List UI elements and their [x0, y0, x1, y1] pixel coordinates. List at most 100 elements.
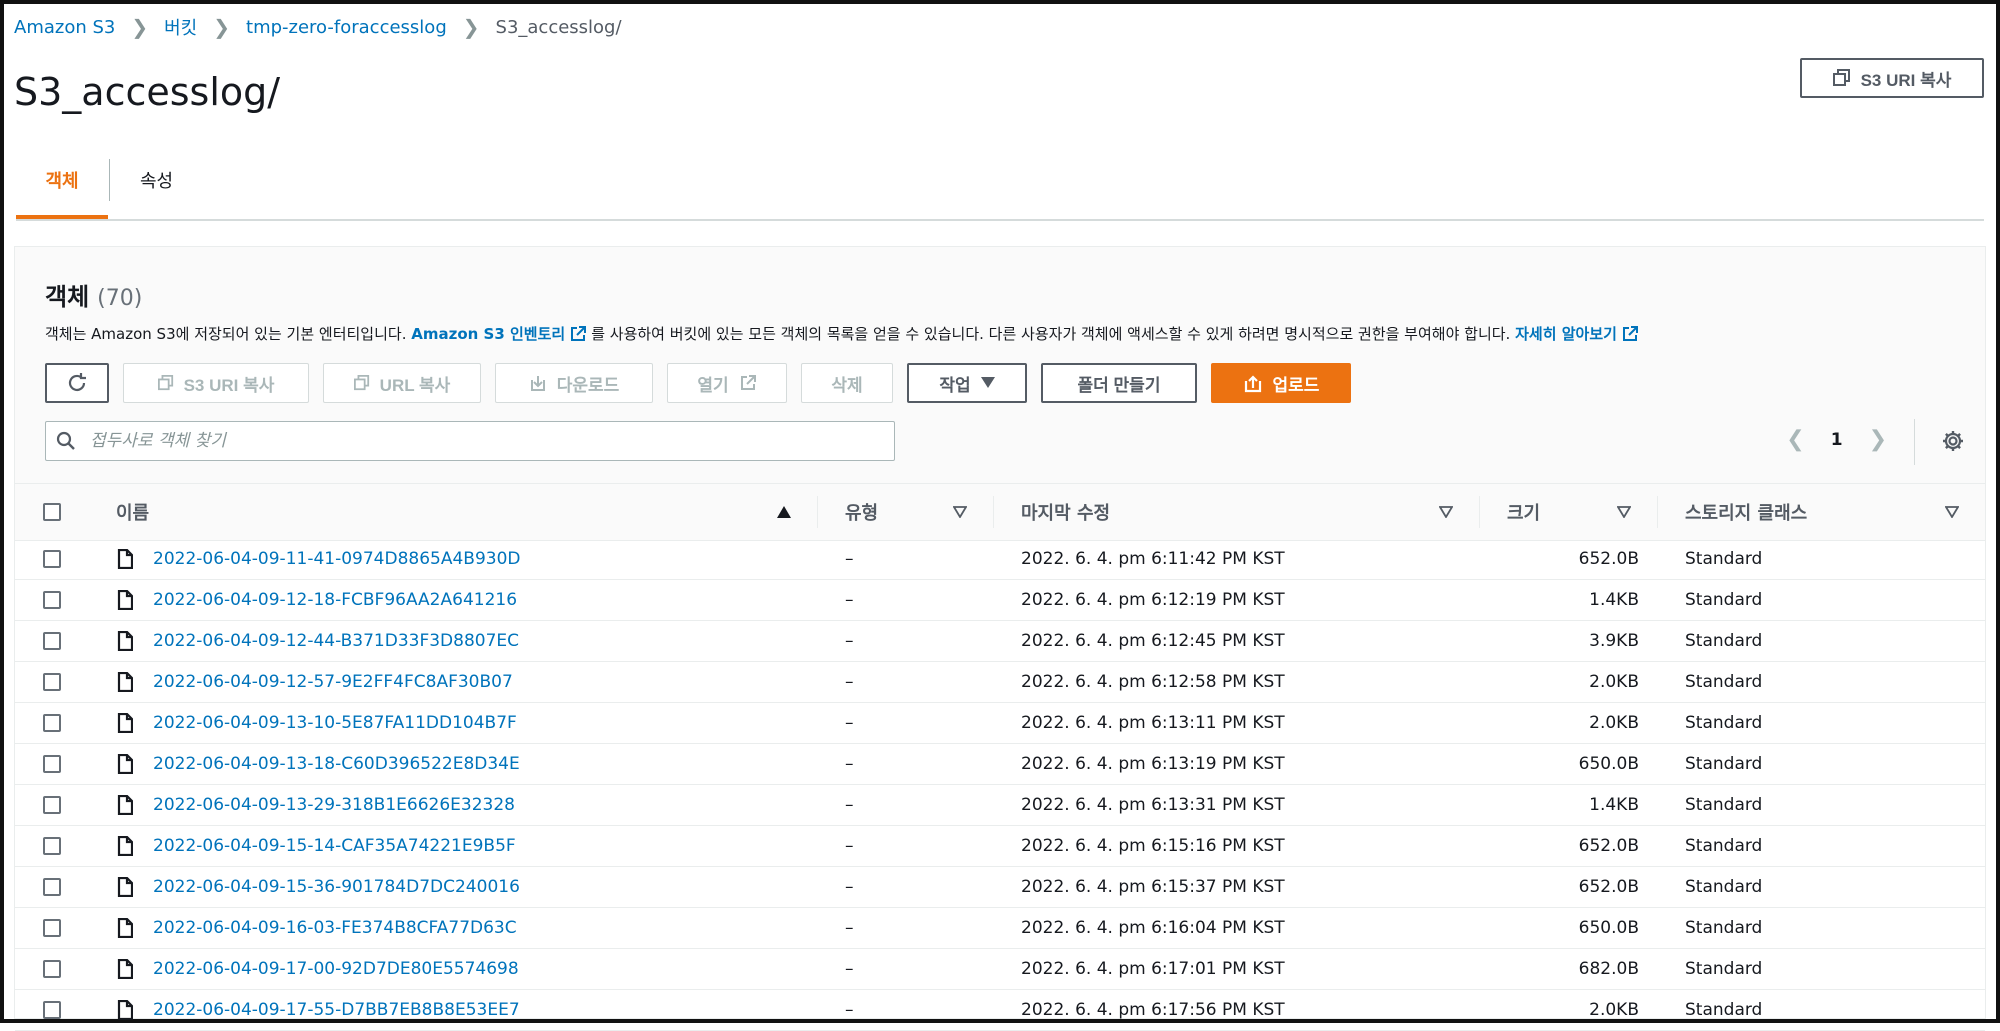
- refresh-button[interactable]: [45, 363, 109, 403]
- open-button-label: 열기: [697, 375, 729, 395]
- copy-s3-uri-button[interactable]: S3 URI 복사: [123, 363, 309, 403]
- object-name-link[interactable]: 2022-06-04-09-15-36-901784D7DC240016: [153, 877, 520, 897]
- column-header-storage-class[interactable]: 스토리지 클래스: [1685, 484, 1807, 540]
- table-row[interactable]: 2022-06-04-09-12-44-B371D33F3D8807EC – 202…: [15, 621, 1985, 662]
- table-row[interactable]: 2022-06-04-09-13-29-318B1E6626E32328 – 202…: [15, 785, 1985, 826]
- gear-icon[interactable]: [1941, 429, 1965, 453]
- object-name-link[interactable]: 2022-06-04-09-13-10-5E87FA11DD104B7F: [153, 713, 517, 733]
- row-checkbox[interactable]: [43, 755, 61, 773]
- previous-page-icon[interactable]: ❮: [1786, 427, 1804, 452]
- object-name-cell: 2022-06-04-09-13-18-C60D396522E8D34E: [153, 744, 520, 784]
- table-row[interactable]: 2022-06-04-09-15-14-CAF35A74221E9B5F – 202…: [15, 826, 1985, 867]
- table-row[interactable]: 2022-06-04-09-17-00-92D7DE80E5574698 – 202…: [15, 949, 1985, 990]
- upload-button[interactable]: 업로드: [1211, 363, 1351, 403]
- column-header-last-modified[interactable]: 마지막 수정: [1021, 484, 1110, 540]
- row-checkbox[interactable]: [43, 878, 61, 896]
- delete-button[interactable]: 삭제: [801, 363, 893, 403]
- table-row[interactable]: 2022-06-04-09-16-03-FE374B8CFA77D63C – 202…: [15, 908, 1985, 949]
- object-name-cell: 2022-06-04-09-15-14-CAF35A74221E9B5F: [153, 826, 516, 866]
- table-row[interactable]: 2022-06-04-09-11-41-0974D8865A4B930D – 202…: [15, 539, 1985, 580]
- current-page-number[interactable]: 1: [1831, 430, 1843, 450]
- object-name-cell: 2022-06-04-09-12-57-9E2FF4FC8AF30B07: [153, 662, 513, 702]
- row-checkbox[interactable]: [43, 550, 61, 568]
- object-size: 650.0B: [1578, 918, 1639, 938]
- row-checkbox[interactable]: [43, 837, 61, 855]
- tab-properties[interactable]: 속성: [140, 167, 173, 193]
- sort-ascending-icon[interactable]: [777, 506, 791, 518]
- breadcrumb-bucket[interactable]: tmp-zero-foraccesslog: [246, 17, 447, 38]
- description-text-2: 를 사용하여 버킷에 있는 모든 객체의 목록을 얻을 수 있습니다. 다른 사…: [591, 325, 1511, 343]
- object-name-link[interactable]: 2022-06-04-09-12-57-9E2FF4FC8AF30B07: [153, 672, 513, 692]
- object-size: 1.4KB: [1589, 795, 1639, 815]
- chevron-right-icon: ❯: [213, 15, 231, 39]
- object-last-modified: 2022. 6. 4. pm 6:16:04 PM KST: [1021, 918, 1285, 938]
- row-checkbox[interactable]: [43, 919, 61, 937]
- learn-more-link[interactable]: 자세히 알아보기: [1515, 323, 1617, 344]
- next-page-icon[interactable]: ❯: [1869, 427, 1887, 452]
- column-header-name[interactable]: 이름: [116, 484, 149, 540]
- tab-objects[interactable]: 객체: [16, 167, 108, 219]
- actions-menu-button[interactable]: 작업: [907, 363, 1027, 403]
- row-checkbox[interactable]: [43, 796, 61, 814]
- object-size: 2.0KB: [1589, 672, 1639, 692]
- object-type: –: [845, 836, 854, 856]
- object-name-link[interactable]: 2022-06-04-09-15-14-CAF35A74221E9B5F: [153, 836, 516, 856]
- copy-s3-uri-header-button[interactable]: S3 URI 복사: [1800, 58, 1984, 98]
- object-last-modified: 2022. 6. 4. pm 6:15:16 PM KST: [1021, 836, 1285, 856]
- object-last-modified: 2022. 6. 4. pm 6:15:37 PM KST: [1021, 877, 1285, 897]
- sort-icon[interactable]: [953, 506, 967, 518]
- object-name-link[interactable]: 2022-06-04-09-17-00-92D7DE80E5574698: [153, 959, 519, 979]
- object-name-link[interactable]: 2022-06-04-09-17-55-D7BB7EB8B8E53EE7: [153, 1000, 520, 1020]
- object-size: 2.0KB: [1589, 1000, 1639, 1020]
- create-folder-button[interactable]: 폴더 만들기: [1041, 363, 1197, 403]
- table-row[interactable]: 2022-06-04-09-15-36-901784D7DC240016 – 202…: [15, 867, 1985, 908]
- download-button[interactable]: 다운로드: [495, 363, 653, 403]
- table-row[interactable]: 2022-06-04-09-17-55-D7BB7EB8B8E53EE7 – 202…: [15, 990, 1985, 1031]
- inventory-link[interactable]: Amazon S3 인벤토리: [411, 323, 565, 344]
- table-row[interactable]: 2022-06-04-09-13-10-5E87FA11DD104B7F – 202…: [15, 703, 1985, 744]
- select-all-checkbox[interactable]: [43, 503, 61, 521]
- open-button[interactable]: 열기: [667, 363, 787, 403]
- row-checkbox[interactable]: [43, 1001, 61, 1019]
- file-icon: [117, 744, 133, 784]
- table-header: 이름 유형 마지막 수정 크기 스토리지 클래스: [15, 483, 1985, 541]
- object-last-modified: 2022. 6. 4. pm 6:11:42 PM KST: [1021, 549, 1285, 569]
- object-last-modified: 2022. 6. 4. pm 6:13:19 PM KST: [1021, 754, 1285, 774]
- table-row[interactable]: 2022-06-04-09-12-57-9E2FF4FC8AF30B07 – 202…: [15, 662, 1985, 703]
- objects-panel-header: 객체 (70) 객체는 Amazon S3에 저장되어 있는 기본 엔터티입니다.…: [15, 247, 1985, 483]
- row-checkbox[interactable]: [43, 714, 61, 732]
- sort-icon[interactable]: [1945, 506, 1959, 518]
- external-link-icon: [571, 325, 587, 341]
- object-storage-class: Standard: [1685, 549, 1763, 569]
- tab-divider: [109, 159, 110, 201]
- file-icon: [117, 990, 133, 1030]
- breadcrumb-amazon-s3[interactable]: Amazon S3: [14, 17, 115, 38]
- object-name-link[interactable]: 2022-06-04-09-11-41-0974D8865A4B930D: [153, 549, 521, 569]
- row-checkbox[interactable]: [43, 591, 61, 609]
- row-checkbox[interactable]: [43, 673, 61, 691]
- column-header-size[interactable]: 크기: [1507, 484, 1540, 540]
- object-name-link[interactable]: 2022-06-04-09-16-03-FE374B8CFA77D63C: [153, 918, 517, 938]
- file-icon: [117, 703, 133, 743]
- table-row[interactable]: 2022-06-04-09-12-18-FCBF96AA2A641216 – 202…: [15, 580, 1985, 621]
- objects-panel-title: 객체 (70): [45, 277, 142, 312]
- object-name-cell: 2022-06-04-09-16-03-FE374B8CFA77D63C: [153, 908, 517, 948]
- object-name-cell: 2022-06-04-09-11-41-0974D8865A4B930D: [153, 539, 521, 579]
- search-input[interactable]: [88, 430, 852, 452]
- table-row[interactable]: 2022-06-04-09-13-18-C60D396522E8D34E – 202…: [15, 744, 1985, 785]
- sort-icon[interactable]: [1617, 506, 1631, 518]
- column-header-type[interactable]: 유형: [845, 484, 878, 540]
- breadcrumb-buckets[interactable]: 버킷: [164, 14, 197, 40]
- object-name-link[interactable]: 2022-06-04-09-12-44-B371D33F3D8807EC: [153, 631, 519, 651]
- object-name-link[interactable]: 2022-06-04-09-13-18-C60D396522E8D34E: [153, 754, 520, 774]
- object-name-link[interactable]: 2022-06-04-09-13-29-318B1E6626E32328: [153, 795, 515, 815]
- row-checkbox[interactable]: [43, 960, 61, 978]
- column-storage-label: 스토리지 클래스: [1685, 503, 1808, 524]
- copy-url-button[interactable]: URL 복사: [323, 363, 481, 403]
- object-name-link[interactable]: 2022-06-04-09-12-18-FCBF96AA2A641216: [153, 590, 517, 610]
- create-folder-label: 폴더 만들기: [1077, 375, 1161, 395]
- external-link-icon: [740, 375, 756, 390]
- sort-icon[interactable]: [1439, 506, 1453, 518]
- copy-url-button-label: URL 복사: [379, 375, 451, 395]
- row-checkbox[interactable]: [43, 632, 61, 650]
